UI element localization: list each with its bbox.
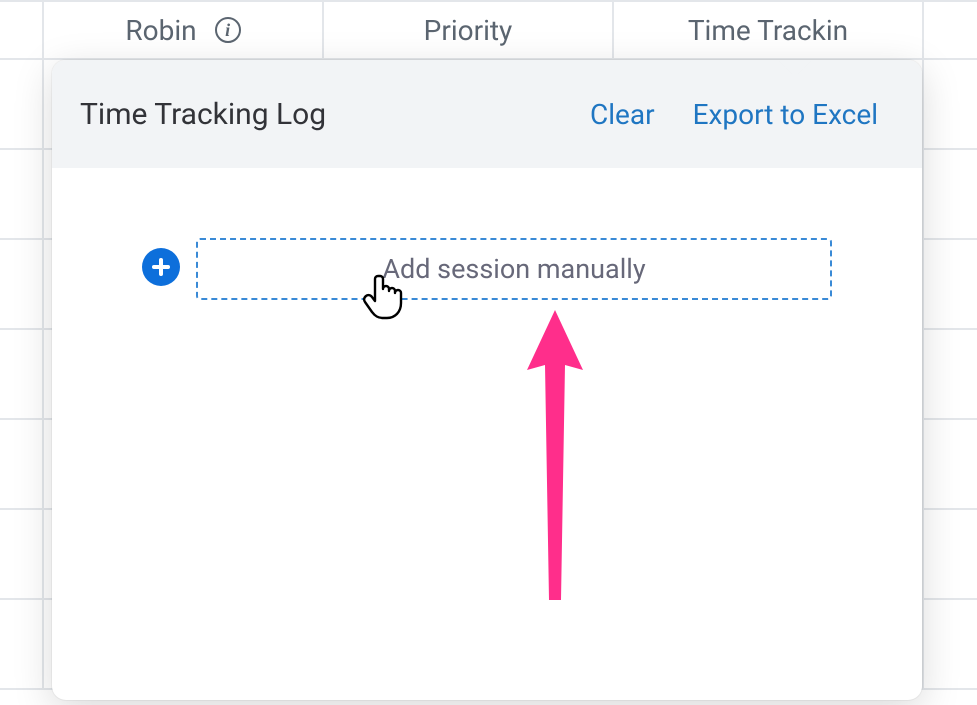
grid-header-row: Robin i Priority Time Trackin xyxy=(0,0,977,60)
grid-cell xyxy=(0,510,44,598)
column-header-label: Time Trackin xyxy=(688,14,848,47)
grid-cell xyxy=(0,420,44,508)
grid-cell xyxy=(0,240,44,328)
panel-header: Time Tracking Log Clear Export to Excel xyxy=(52,60,922,168)
column-header-label: Priority xyxy=(424,14,513,47)
grid-gutter-cell xyxy=(0,2,44,58)
panel-title: Time Tracking Log xyxy=(80,97,560,132)
column-header[interactable]: Time Trackin xyxy=(614,2,924,58)
column-header[interactable]: Robin i xyxy=(44,2,324,58)
grid-cell xyxy=(0,330,44,418)
column-header[interactable]: Priority xyxy=(324,2,614,58)
export-to-excel-button[interactable]: Export to Excel xyxy=(685,92,886,137)
time-tracking-log-panel: Time Tracking Log Clear Export to Excel … xyxy=(52,60,922,700)
plus-glyph xyxy=(150,256,172,278)
column-header-label: Robin xyxy=(125,14,196,47)
info-icon[interactable]: i xyxy=(215,17,241,43)
grid-cell xyxy=(0,60,44,148)
plus-icon[interactable] xyxy=(142,248,180,286)
add-session-manually-button[interactable]: Add session manually xyxy=(196,238,832,300)
add-session-label: Add session manually xyxy=(382,253,645,285)
grid-cell xyxy=(0,150,44,238)
panel-body: Add session manually xyxy=(52,168,922,300)
grid-cell xyxy=(0,600,44,688)
clear-button[interactable]: Clear xyxy=(582,92,663,137)
